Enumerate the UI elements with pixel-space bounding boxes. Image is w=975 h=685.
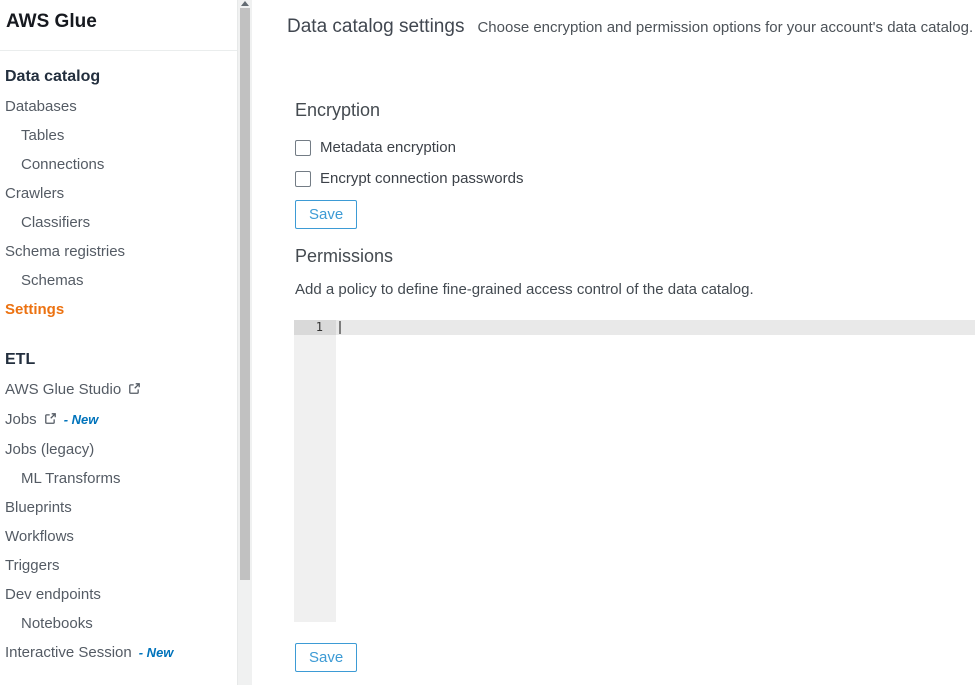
metadata-encryption-row: Metadata encryption [295, 139, 975, 156]
sidebar-item-workflows[interactable]: Workflows [0, 522, 237, 551]
sidebar-item-aws-glue-studio[interactable]: AWS Glue Studio [0, 375, 237, 405]
encryption-section: Encryption Metadata encryption Encrypt c… [287, 100, 975, 672]
sidebar-item-jobs[interactable]: Jobs - New [0, 405, 237, 435]
sidebar-item-label: Interactive Session [5, 644, 132, 661]
permissions-heading: Permissions [295, 246, 975, 266]
sidebar-section-etl: ETL [0, 351, 237, 369]
app-title: AWS Glue [0, 9, 237, 35]
editor-line-number: 1 [294, 320, 336, 335]
sidebar-item-schemas[interactable]: Schemas [0, 266, 237, 295]
main-content: Data catalog settings Choose encryption … [252, 0, 975, 685]
sidebar-scrollbar[interactable] [237, 0, 252, 685]
sidebar-item-crawlers[interactable]: Crawlers [0, 179, 237, 208]
sidebar-item-tables[interactable]: Tables [0, 121, 237, 150]
permissions-save-button[interactable]: Save [295, 643, 357, 672]
sidebar-item-jobs-legacy[interactable]: Jobs (legacy) [0, 435, 237, 464]
new-badge: - New [64, 412, 99, 427]
scroll-up-arrow-icon[interactable] [241, 1, 249, 6]
external-link-icon [128, 376, 141, 405]
sidebar-item-blueprints[interactable]: Blueprints [0, 493, 237, 522]
sidebar-item-settings[interactable]: Settings [0, 295, 237, 324]
editor-gutter [294, 335, 336, 622]
sidebar-item-ml-transforms[interactable]: ML Transforms [0, 464, 237, 493]
page-header: Data catalog settings Choose encryption … [287, 16, 975, 38]
metadata-encryption-checkbox[interactable] [295, 140, 311, 156]
sidebar-item-triggers[interactable]: Triggers [0, 551, 237, 580]
sidebar-item-notebooks[interactable]: Notebooks [0, 609, 237, 638]
sidebar-item-label: Jobs [5, 411, 37, 428]
external-link-icon [44, 406, 57, 435]
sidebar-item-interactive-session[interactable]: Interactive Session - New [0, 638, 237, 667]
policy-editor[interactable]: 1 [294, 320, 975, 622]
sidebar-divider [0, 50, 237, 51]
sidebar-item-dev-endpoints[interactable]: Dev endpoints [0, 580, 237, 609]
encrypt-passwords-checkbox[interactable] [295, 171, 311, 187]
sidebar: AWS Glue Data catalog Databases Tables C… [0, 0, 237, 685]
sidebar-item-databases[interactable]: Databases [0, 92, 237, 121]
text-cursor [339, 321, 341, 334]
page-description: Choose encryption and permission options… [477, 19, 973, 36]
metadata-encryption-label: Metadata encryption [320, 139, 456, 156]
encryption-save-button[interactable]: Save [295, 200, 357, 229]
sidebar-section-data-catalog: Data catalog [0, 68, 237, 86]
editor-active-line[interactable]: 1 [294, 320, 975, 335]
sidebar-item-schema-registries[interactable]: Schema registries [0, 237, 237, 266]
encryption-heading: Encryption [295, 100, 975, 120]
sidebar-item-connections[interactable]: Connections [0, 150, 237, 179]
encrypt-passwords-label: Encrypt connection passwords [320, 170, 523, 187]
new-badge: - New [139, 645, 174, 660]
permissions-description: Add a policy to define fine-grained acce… [295, 281, 975, 298]
page-title: Data catalog settings [287, 16, 464, 38]
sidebar-item-label: AWS Glue Studio [5, 381, 121, 398]
sidebar-item-classifiers[interactable]: Classifiers [0, 208, 237, 237]
encrypt-passwords-row: Encrypt connection passwords [295, 170, 975, 187]
scrollbar-thumb[interactable] [240, 8, 250, 580]
